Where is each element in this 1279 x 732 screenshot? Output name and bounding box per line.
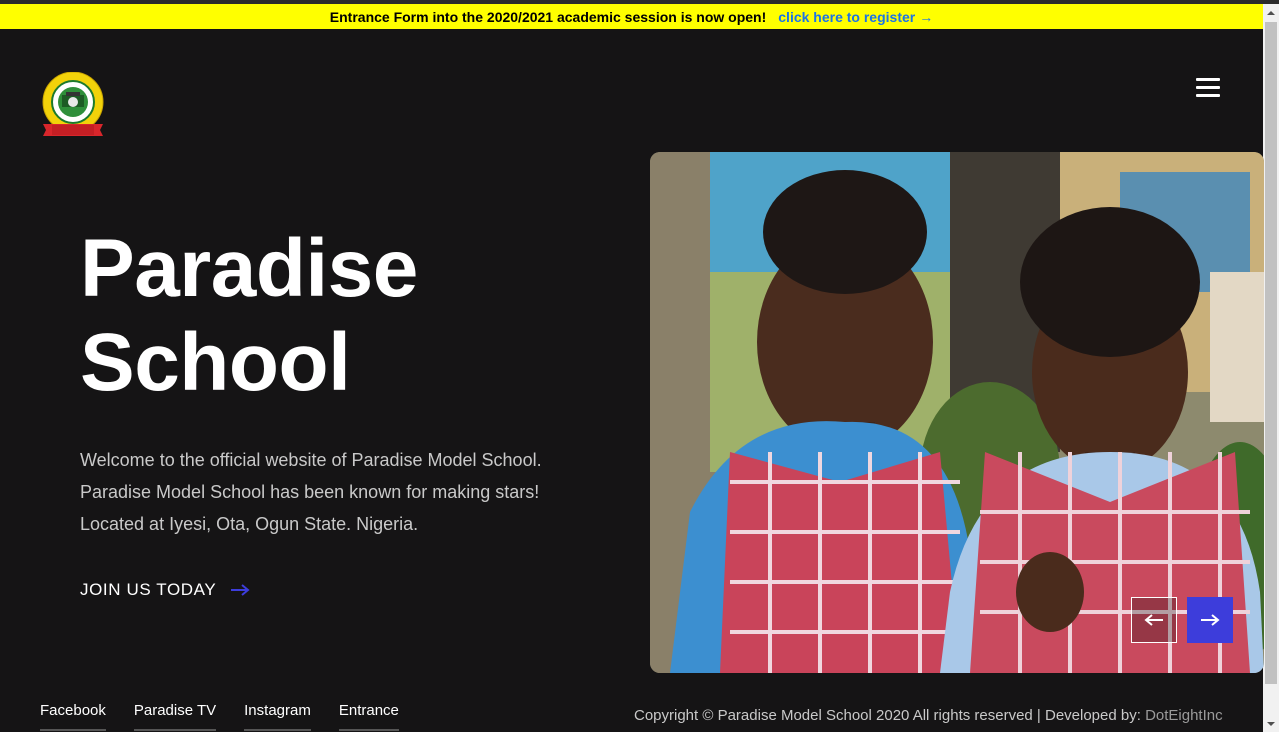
instagram-link[interactable]: Instagram: [244, 702, 311, 731]
copyright-text: Copyright © Paradise Model School 2020 A…: [634, 707, 1223, 724]
arrow-left-icon: [1144, 614, 1163, 626]
chevron-up-icon: [1267, 10, 1275, 15]
scroll-up-button[interactable]: [1263, 4, 1279, 21]
facebook-link[interactable]: Facebook: [40, 702, 106, 731]
arrow-right-icon: [1201, 614, 1220, 626]
register-link-label: click here to register: [778, 8, 916, 25]
hero-title: Paradise School: [80, 222, 580, 410]
join-us-button[interactable]: JOIN US TODAY: [80, 580, 250, 600]
hero-description: Welcome to the official website of Parad…: [80, 444, 580, 540]
school-logo[interactable]: [40, 71, 106, 140]
chevron-down-icon: [1267, 721, 1275, 726]
hero-photo: [650, 152, 1264, 673]
announcement-bar: Entrance Form into the 2020/2021 academi…: [0, 4, 1263, 29]
school-crest-icon: [42, 71, 104, 136]
hero-description-line: Welcome to the official website of Parad…: [80, 450, 542, 470]
register-link[interactable]: click here to register →: [778, 9, 933, 25]
hamburger-icon-bar: [1196, 85, 1220, 89]
slider-next-button[interactable]: [1187, 597, 1233, 643]
copyright-label: Copyright © Paradise Model School 2020 A…: [634, 707, 1141, 724]
hero-description-line: Located at Iyesi, Ota, Ogun State. Niger…: [80, 514, 419, 534]
paradise-tv-link[interactable]: Paradise TV: [133, 702, 217, 731]
developer-link[interactable]: DotEightInc: [1145, 707, 1223, 724]
students-photo-image: [650, 152, 1264, 673]
page-scrollbar[interactable]: [1263, 4, 1279, 732]
entrance-link[interactable]: Entrance: [338, 702, 399, 731]
social-links: Facebook Paradise TV Instagram Entrance: [40, 702, 399, 731]
scroll-down-button[interactable]: [1263, 715, 1279, 732]
announcement-message: Entrance Form into the 2020/2021 academi…: [329, 8, 767, 25]
menu-button[interactable]: [1196, 76, 1224, 98]
hamburger-icon-bar: [1196, 77, 1220, 81]
arrow-right-icon: [231, 584, 250, 596]
hero-title-line: School: [80, 317, 351, 408]
join-us-label: JOIN US TODAY: [80, 580, 217, 599]
hamburger-icon-bar: [1196, 93, 1220, 97]
slider-prev-button[interactable]: [1131, 597, 1177, 643]
register-arrow-icon: →: [919, 8, 934, 25]
scrollbar-thumb[interactable]: [1265, 22, 1277, 684]
hero-title-line: Paradise: [80, 223, 418, 314]
hero-description-line: Paradise Model School has been known for…: [80, 482, 540, 502]
